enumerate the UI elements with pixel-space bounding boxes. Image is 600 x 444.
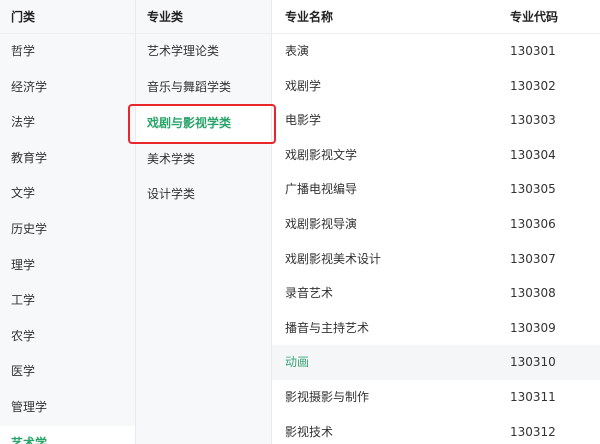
- major-name: 戏剧影视文学: [285, 147, 358, 162]
- major-row[interactable]: 录音艺术 130308: [272, 276, 600, 311]
- major-name: 影视技术: [285, 424, 334, 439]
- category-item-medicine[interactable]: 医学: [0, 354, 135, 390]
- subcategory-item-drama-film[interactable]: 戏剧与影视学类: [136, 106, 271, 142]
- major-code: 130312: [510, 424, 556, 439]
- major-code: 130307: [510, 251, 556, 266]
- major-row[interactable]: 戏剧影视美术设计 130307: [272, 242, 600, 277]
- category-item-arts[interactable]: 艺术学: [0, 425, 135, 444]
- major-name: 戏剧影视导演: [285, 216, 358, 231]
- major-code: 130301: [510, 44, 556, 58]
- major-row[interactable]: 戏剧影视导演 130306: [272, 207, 600, 242]
- major-list-column: 专业名称 专业代码 表演 130301 戏剧学 130302 电影学 13030…: [272, 0, 600, 444]
- category-item-management[interactable]: 管理学: [0, 390, 135, 426]
- major-code: 130306: [510, 216, 556, 231]
- major-name: 播音与主持艺术: [285, 320, 370, 335]
- subcategory-column: 专业类 艺术学理论类 音乐与舞蹈学类 戏剧与影视学类 美术学类 设计学类: [136, 0, 272, 444]
- category-item-history[interactable]: 历史学: [0, 212, 135, 248]
- major-row[interactable]: 电影学 130303: [272, 103, 600, 138]
- subcategory-item-music-dance[interactable]: 音乐与舞蹈学类: [136, 70, 271, 106]
- category-item-law[interactable]: 法学: [0, 105, 135, 141]
- major-name: 戏剧学: [285, 78, 322, 93]
- major-name: 电影学: [285, 113, 322, 128]
- major-row[interactable]: 播音与主持艺术 130309: [272, 311, 600, 346]
- major-code: 130304: [510, 147, 556, 162]
- category-item-economics[interactable]: 经济学: [0, 70, 135, 106]
- major-row[interactable]: 戏剧学 130302: [272, 69, 600, 104]
- major-code: 130305: [510, 182, 556, 197]
- major-code: 130309: [510, 320, 556, 335]
- major-code: 130303: [510, 113, 556, 128]
- major-code: 130302: [510, 78, 556, 93]
- category-column: 门类 哲学 经济学 法学 教育学 文学 历史学 理学 工学 农学 医学 管理学 …: [0, 0, 136, 444]
- category-item-science[interactable]: 理学: [0, 248, 135, 284]
- major-row[interactable]: 表演 130301: [272, 34, 600, 69]
- major-name: 戏剧影视美术设计: [285, 251, 382, 266]
- category-item-philosophy[interactable]: 哲学: [0, 34, 135, 70]
- major-row[interactable]: 影视摄影与制作 130311: [272, 380, 600, 415]
- major-name: 影视摄影与制作: [285, 389, 370, 404]
- major-row[interactable]: 影视技术 130312: [272, 415, 600, 444]
- major-row[interactable]: 广播电视编导 130305: [272, 172, 600, 207]
- major-row-highlighted[interactable]: 动画 130310: [272, 345, 600, 380]
- subcategory-item-design[interactable]: 设计学类: [136, 177, 271, 213]
- major-browser: 门类 哲学 经济学 法学 教育学 文学 历史学 理学 工学 农学 医学 管理学 …: [0, 0, 600, 444]
- category-item-engineering[interactable]: 工学: [0, 283, 135, 319]
- major-row[interactable]: 戏剧影视文学 130304: [272, 138, 600, 173]
- major-code: 130310: [510, 355, 556, 370]
- category-item-education[interactable]: 教育学: [0, 141, 135, 177]
- category-item-agriculture[interactable]: 农学: [0, 319, 135, 355]
- major-name: 表演: [285, 44, 310, 58]
- major-code: 130311: [510, 389, 556, 404]
- major-list-header: 专业名称 专业代码: [272, 0, 600, 34]
- category-item-literature[interactable]: 文学: [0, 176, 135, 212]
- major-name: 动画: [285, 355, 310, 370]
- category-header: 门类: [0, 0, 135, 34]
- major-name-column-header: 专业名称: [285, 10, 334, 24]
- major-code-column-header: 专业代码: [510, 10, 559, 24]
- major-name: 录音艺术: [285, 286, 334, 301]
- subcategory-item-art-theory[interactable]: 艺术学理论类: [136, 34, 271, 70]
- subcategory-item-fine-arts[interactable]: 美术学类: [136, 142, 271, 178]
- major-code: 130308: [510, 286, 556, 301]
- major-name: 广播电视编导: [285, 182, 358, 197]
- subcategory-header: 专业类: [136, 0, 271, 34]
